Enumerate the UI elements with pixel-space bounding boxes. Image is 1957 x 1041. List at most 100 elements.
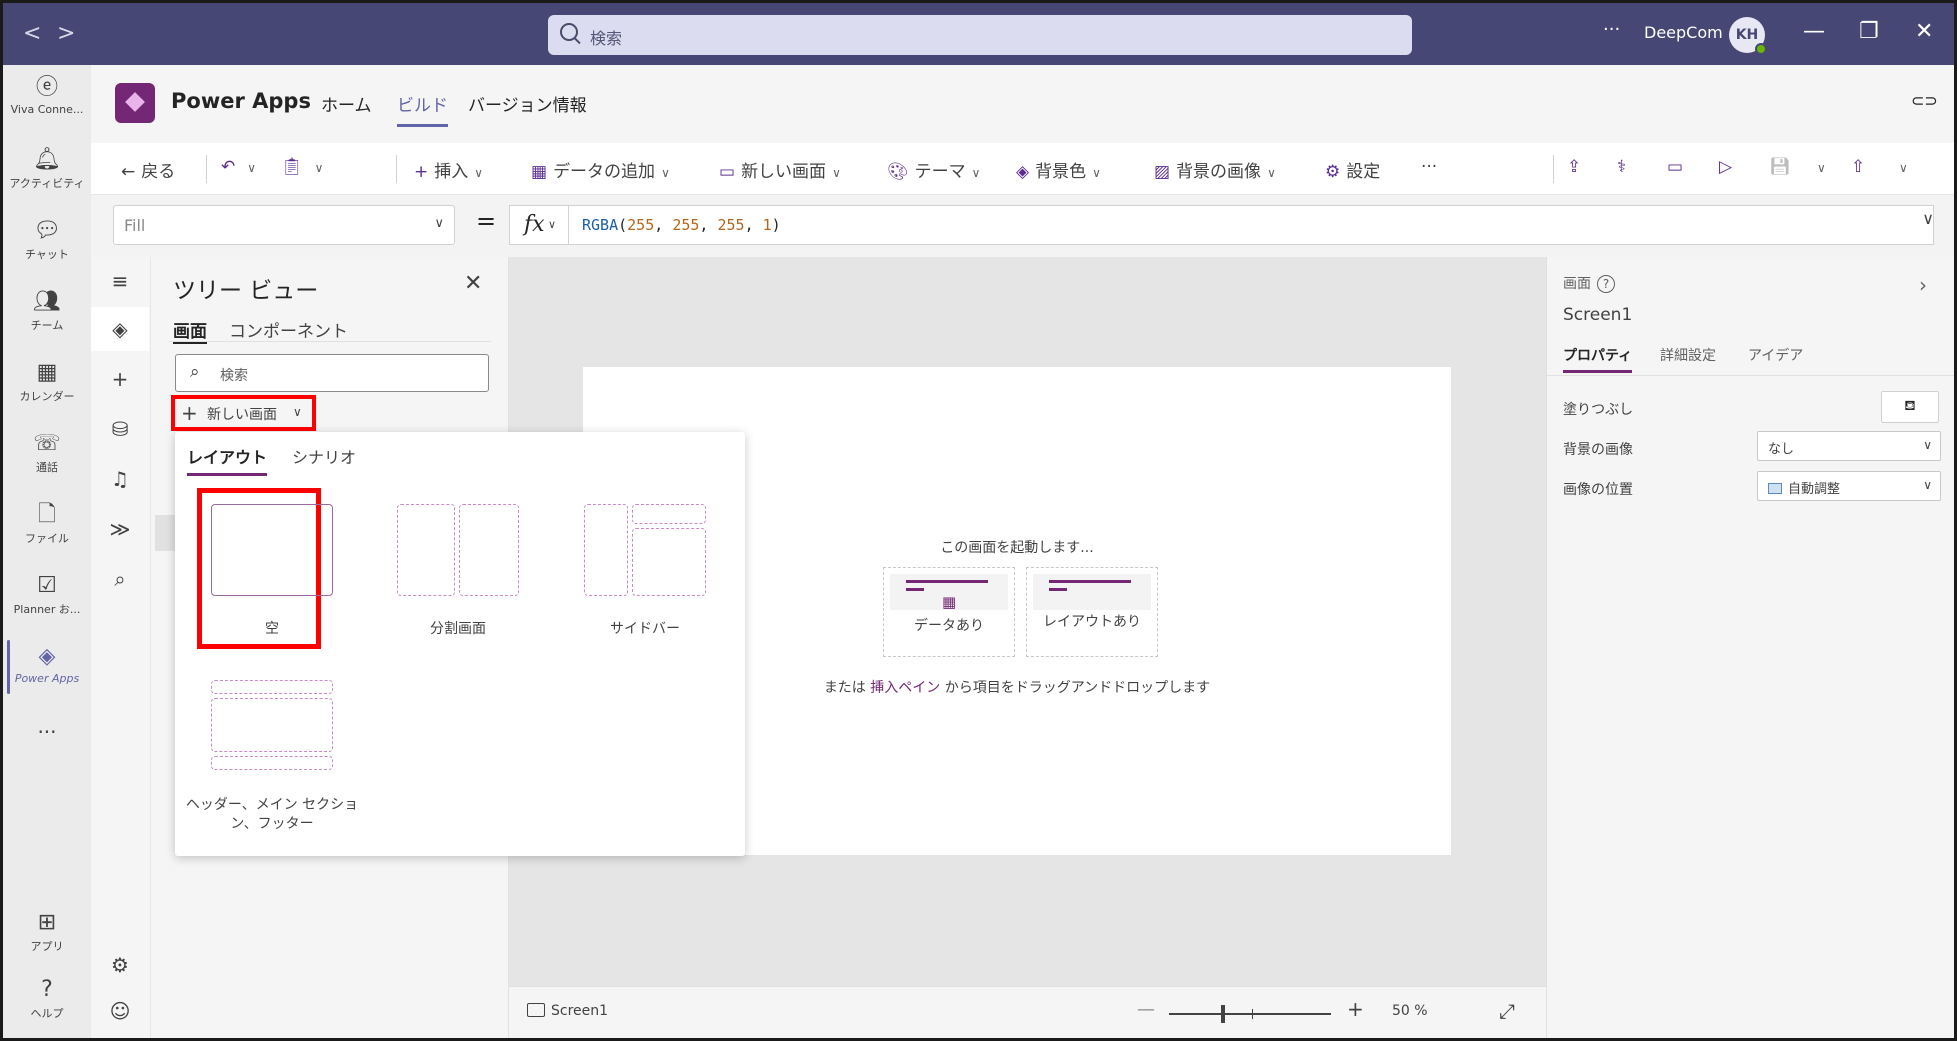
comments-icon[interactable]: ▭ xyxy=(1667,157,1689,177)
data-icon[interactable]: ⛁ xyxy=(91,417,149,441)
rail-item-help[interactable]: ? ヘルプ xyxy=(3,977,91,1021)
undo-button[interactable]: ↶ ∨ xyxy=(221,157,256,177)
more-options-icon[interactable]: ··· xyxy=(1603,19,1620,40)
close-window-icon[interactable]: ✕ xyxy=(1915,19,1933,44)
hamburger-icon[interactable]: ≡ xyxy=(91,269,149,293)
chevron-down-icon: ∨ xyxy=(661,166,670,180)
media-icon[interactable]: ♫ xyxy=(91,467,149,491)
fill-color-picker[interactable]: ⛾ xyxy=(1881,391,1939,423)
back-arrow-icon[interactable]: < xyxy=(23,21,41,46)
app-checker-icon[interactable]: ⚕ xyxy=(1617,157,1632,177)
publish-chevron-icon[interactable]: ∨ xyxy=(1893,157,1908,177)
insert-pane-link[interactable]: 挿入ペイン xyxy=(870,680,940,696)
forward-arrow-icon[interactable]: > xyxy=(57,21,75,46)
tab-about[interactable]: バージョン情報 xyxy=(468,91,587,116)
tab-components[interactable]: コンポーネント xyxy=(229,317,348,342)
rail-item-viva[interactable]: ⓔ Viva Conne... xyxy=(3,75,91,116)
fx-icon[interactable]: fx xyxy=(524,212,545,237)
rail-item-teams[interactable]: 👥︎ チーム xyxy=(3,289,91,333)
tab-layouts[interactable]: レイアウト xyxy=(187,444,268,476)
card-accent xyxy=(906,588,924,591)
tab-home[interactable]: ホーム xyxy=(321,91,372,116)
property-selector[interactable]: Fill ∨ xyxy=(113,205,455,245)
settings-button[interactable]: ⚙ 設定 xyxy=(1325,157,1380,182)
tab-properties[interactable]: プロパティ xyxy=(1563,345,1633,373)
settings-gear-icon[interactable]: ⚙ xyxy=(91,953,149,977)
tab-screens[interactable]: 画面 xyxy=(173,317,207,344)
search-icon[interactable]: ⌕ xyxy=(91,567,149,591)
expand-formula-icon[interactable]: ∨ xyxy=(1922,209,1934,228)
tab-scenarios[interactable]: シナリオ xyxy=(292,444,356,468)
paint-bucket-icon: ◈ xyxy=(1016,162,1030,182)
formula-comma: , xyxy=(744,216,763,234)
tree-search-input[interactable]: ⌕ 検索 xyxy=(175,354,489,392)
image-position-value: 自動調整 xyxy=(1788,482,1841,497)
divider xyxy=(206,155,207,183)
save-icon[interactable]: 💾︎ xyxy=(1769,157,1797,177)
avatar[interactable]: KH xyxy=(1729,17,1767,55)
share-icon[interactable]: ⇪ xyxy=(1567,157,1587,177)
selected-screen-row[interactable] xyxy=(155,515,175,551)
zoom-value[interactable]: 50 % xyxy=(1392,1003,1428,1019)
rail-item-powerapps[interactable]: ◈ Power Apps xyxy=(3,640,91,694)
tree-view-icon[interactable]: ◈ xyxy=(91,307,149,351)
start-with-data-card[interactable]: ▦ データあり xyxy=(883,567,1015,657)
close-icon[interactable]: ✕ xyxy=(464,271,482,296)
tab-advanced[interactable]: 詳細設定 xyxy=(1660,345,1716,365)
zoom-slider-thumb[interactable] xyxy=(1221,1005,1225,1023)
new-screen-button[interactable]: ▭ 新しい画面 ∨ xyxy=(719,157,841,182)
chevron-down-icon: ∨ xyxy=(314,161,324,175)
restore-icon[interactable]: ❐ xyxy=(1859,19,1879,44)
save-chevron-icon[interactable]: ∨ xyxy=(1811,157,1826,177)
rail-item-activity[interactable]: 🔔︎ アクティビティ xyxy=(3,147,91,191)
preview-play-icon[interactable]: ▷ xyxy=(1719,157,1738,177)
publish-to-teams-icon[interactable]: ⇧ xyxy=(1851,157,1871,177)
tab-build[interactable]: ビルド xyxy=(397,91,448,127)
formula-input[interactable]: fx ∨ RGBA(255, 255, 255, 1) xyxy=(509,205,1934,245)
tree-new-screen-button[interactable]: + 新しい画面 ∨ xyxy=(171,395,316,431)
chevron-down-icon[interactable]: ∨ xyxy=(548,218,556,231)
rail-item-planner[interactable]: ☑ Planner お... xyxy=(3,573,91,617)
image-position-select[interactable]: 自動調整 ∨ xyxy=(1757,471,1941,501)
zoom-slider[interactable] xyxy=(1169,1013,1331,1015)
back-button[interactable]: ← 戻る xyxy=(121,157,175,182)
help-icon[interactable]: ? xyxy=(1597,275,1615,293)
rail-label: チーム xyxy=(30,319,64,332)
zoom-in-button[interactable]: + xyxy=(1347,997,1364,1021)
screen-selector[interactable]: Screen1 xyxy=(527,1003,608,1019)
collapse-pane-icon[interactable]: › xyxy=(1919,273,1927,297)
bell-icon: 🔔︎ xyxy=(33,147,61,172)
add-data-button[interactable]: ▦ データの追加 ∨ xyxy=(531,157,670,182)
rail-item-chat[interactable]: 💬︎ チャット xyxy=(3,218,91,262)
insert-plus-icon[interactable]: + xyxy=(91,367,149,391)
help-icon: ? xyxy=(41,977,53,1002)
start-with-layout-card[interactable]: レイアウトあり xyxy=(1026,567,1158,657)
rail-label: 通話 xyxy=(36,461,58,474)
tab-ideas[interactable]: アイデア xyxy=(1748,345,1803,365)
fill-label: 塗りつぶし xyxy=(1563,402,1634,418)
zoom-out-button[interactable]: — xyxy=(1137,999,1155,1020)
plus-icon: + xyxy=(181,401,198,425)
minimize-icon[interactable]: — xyxy=(1803,19,1825,44)
rail-item-calendar[interactable]: ▦ カレンダー xyxy=(3,360,91,404)
theme-button[interactable]: 🎨︎ テーマ ∨ xyxy=(887,157,980,182)
bg-color-button[interactable]: ◈ 背景色 ∨ xyxy=(1016,157,1101,182)
rail-item-files[interactable]: 🗋 ファイル xyxy=(3,502,91,546)
rail-item-calls[interactable]: ☏ 通話 xyxy=(3,431,91,475)
teams-search-box[interactable]: 検索 xyxy=(548,15,1412,55)
insert-button[interactable]: + 挿入 ∨ xyxy=(414,157,483,182)
link-icon[interactable]: ⊂⊃ xyxy=(1911,91,1938,110)
rail-more-icon[interactable]: ··· xyxy=(3,720,91,744)
presence-available-icon xyxy=(1755,43,1767,55)
virtual-agent-icon[interactable]: ☺ xyxy=(91,999,149,1023)
power-automate-icon[interactable]: ≫ xyxy=(91,517,149,541)
fit-to-window-icon[interactable]: ⤢ xyxy=(1499,999,1515,1023)
more-commands-icon[interactable]: ··· xyxy=(1421,157,1437,177)
paste-button[interactable]: 📋︎ ∨ xyxy=(281,157,323,177)
bg-image-button[interactable]: ▨ 背景の画像 ∨ xyxy=(1154,157,1276,182)
bg-image-select[interactable]: なし ∨ xyxy=(1757,431,1941,461)
rail-label: Planner お... xyxy=(13,603,81,616)
rail-item-apps[interactable]: ⊞ アプリ xyxy=(3,910,91,954)
rail-label: Viva Conne... xyxy=(10,103,84,116)
org-name[interactable]: DeepCom xyxy=(1644,23,1723,42)
